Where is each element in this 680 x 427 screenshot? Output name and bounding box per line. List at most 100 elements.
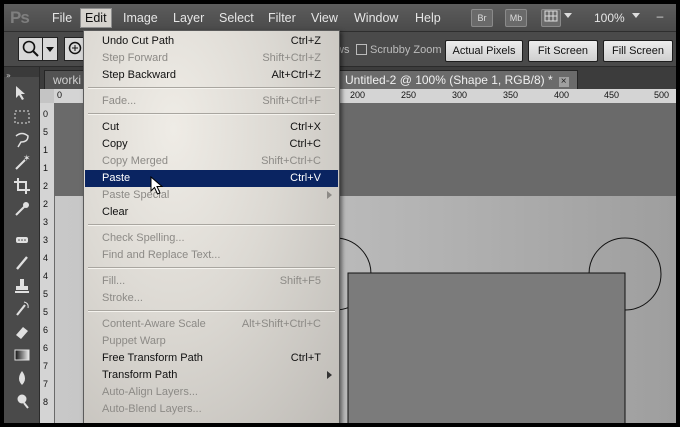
menu-item-auto-blend-layers: Auto-Blend Layers... xyxy=(85,401,338,418)
tool-preset-dropdown[interactable] xyxy=(42,37,58,61)
menu-item-label: Copy xyxy=(102,138,128,150)
minimize-icon[interactable]: – xyxy=(652,9,668,23)
chevron-down-icon[interactable] xyxy=(564,13,572,18)
ruler-label: 5 xyxy=(43,289,49,299)
menu-item-label: Auto-Align Layers... xyxy=(102,386,198,398)
close-icon[interactable]: × xyxy=(558,77,569,87)
menu-edit[interactable]: Edit xyxy=(80,8,112,28)
menu-separator xyxy=(88,310,335,312)
marquee-icon[interactable] xyxy=(12,107,32,127)
ruler-label: 6 xyxy=(43,325,49,335)
svg-text:✶: ✶ xyxy=(23,154,31,164)
menu-item-free-transform-path[interactable]: Free Transform Path Ctrl+T xyxy=(85,350,338,367)
menu-item-label: Step Backward xyxy=(102,69,176,81)
menu-item-auto-align-layers: Auto-Align Layers... xyxy=(85,384,338,401)
menu-item-shortcut: Ctrl+T xyxy=(290,352,321,364)
menu-view[interactable]: View xyxy=(307,10,342,26)
tools-panel-header[interactable]: » xyxy=(4,67,39,80)
ruler-label: 2 xyxy=(43,181,49,191)
menu-item-label: Auto-Blend Layers... xyxy=(102,403,202,415)
svg-text:»: » xyxy=(6,71,11,80)
ruler-label: 0 xyxy=(43,109,49,119)
lasso-icon[interactable] xyxy=(12,130,32,150)
menu-item-shortcut: Shift+Ctrl+Z xyxy=(262,52,321,64)
chevron-down-icon[interactable] xyxy=(632,13,640,18)
ruler-label: 7 xyxy=(43,361,49,371)
eyedropper-icon[interactable] xyxy=(12,199,32,219)
menu-item-shortcut: Shift+Ctrl+C xyxy=(261,155,321,167)
menu-item-label: Check Spelling... xyxy=(102,232,185,244)
ruler-label: 4 xyxy=(43,271,49,281)
menu-item-label: Content-Aware Scale xyxy=(102,318,206,330)
menu-item-paste-special: Paste Special xyxy=(85,187,338,204)
menu-item-label: Free Transform Path xyxy=(102,352,203,364)
photoshop-window: Ps File Edit Image Layer Select Filter V… xyxy=(4,4,676,423)
menu-item-shortcut: Ctrl+Z xyxy=(290,35,321,47)
menu-item-step-backward[interactable]: Step Backward Alt+Ctrl+Z xyxy=(85,67,338,84)
menu-item-transform-path[interactable]: Transform Path xyxy=(85,367,338,384)
menu-item-copy[interactable]: Copy Ctrl+C xyxy=(85,136,338,153)
move-icon[interactable] xyxy=(12,83,32,103)
menu-item-shortcut: Alt+Ctrl+Z xyxy=(271,69,321,81)
bridge-button[interactable]: Br xyxy=(471,9,493,27)
menu-item-label: Puppet Warp xyxy=(102,335,166,347)
crop-icon[interactable] xyxy=(12,176,32,196)
ruler-label: 500 xyxy=(654,90,670,100)
menu-image[interactable]: Image xyxy=(119,10,162,26)
history-brush-icon[interactable] xyxy=(12,299,32,319)
tool-preset-picker[interactable] xyxy=(18,37,44,61)
menu-item-label: Find and Replace Text... xyxy=(102,249,221,261)
ruler-label: 200 xyxy=(350,90,366,100)
blur-icon[interactable] xyxy=(12,368,32,388)
ruler-origin[interactable] xyxy=(40,89,54,103)
menu-item-clear[interactable]: Clear xyxy=(85,204,338,221)
ruler-label: 1 xyxy=(43,163,49,173)
ruler-label: 3 xyxy=(43,217,49,227)
ruler-label: 250 xyxy=(401,90,417,100)
eraser-icon[interactable] xyxy=(12,322,32,342)
menu-item-content-aware-scale: Content-Aware Scale Alt+Shift+Ctrl+C xyxy=(85,316,338,333)
menu-help[interactable]: Help xyxy=(411,10,445,26)
menu-item-cut[interactable]: Cut Ctrl+X xyxy=(85,119,338,136)
scrubby-zoom-label: Scrubby Zoom xyxy=(370,44,442,56)
menu-item-undo-cut-path[interactable]: Undo Cut Path Ctrl+Z xyxy=(85,33,338,50)
menu-separator xyxy=(88,113,335,115)
menu-separator xyxy=(88,224,335,226)
menu-item-fill: Fill... Shift+F5 xyxy=(85,273,338,290)
menu-bar: Ps File Edit Image Layer Select Filter V… xyxy=(4,4,676,32)
healing-brush-icon[interactable] xyxy=(12,230,32,250)
actual-pixels-button[interactable]: Actual Pixels xyxy=(445,40,523,62)
edit-menu-dropdown: Undo Cut Path Ctrl+Z Step Forward Shift+Ctr… xyxy=(83,30,340,423)
menu-select[interactable]: Select xyxy=(215,10,258,26)
fill-screen-button[interactable]: Fill Screen xyxy=(603,40,673,62)
fit-screen-button[interactable]: Fit Screen xyxy=(528,40,598,62)
brush-icon[interactable] xyxy=(12,253,32,273)
zoom-level[interactable]: 100% xyxy=(594,11,625,25)
gradient-icon[interactable] xyxy=(12,345,32,365)
menu-item-label: Step Forward xyxy=(102,52,169,64)
menu-item-shortcut: Alt+Shift+Ctrl+C xyxy=(241,318,321,330)
menu-item-stroke: Stroke... xyxy=(85,290,338,307)
magic-wand-icon[interactable]: ✶ xyxy=(12,153,32,173)
menu-item-check-spelling: Check Spelling... xyxy=(85,230,338,247)
ruler-label: 450 xyxy=(604,90,620,100)
menu-filter[interactable]: Filter xyxy=(264,10,300,26)
clone-stamp-icon[interactable] xyxy=(12,276,32,296)
zoom-icon xyxy=(22,40,39,57)
menu-item-copy-merged: Copy Merged Shift+Ctrl+C xyxy=(85,153,338,170)
view-extras-icon[interactable] xyxy=(541,9,561,27)
menu-window[interactable]: Window xyxy=(350,10,402,26)
vertical-ruler[interactable]: 0 5 1 1 2 2 3 3 4 4 5 5 6 6 7 7 8 xyxy=(40,103,55,423)
submenu-arrow-icon xyxy=(327,371,332,379)
menu-item-paste[interactable]: Paste Ctrl+V xyxy=(85,170,338,187)
menu-item-label: Copy Merged xyxy=(102,155,169,167)
photoshop-logo: Ps xyxy=(10,8,30,27)
menu-file[interactable]: File xyxy=(48,10,76,26)
menu-layer[interactable]: Layer xyxy=(169,10,208,26)
mini-bridge-button[interactable]: Mb xyxy=(505,9,527,27)
scrubby-zoom-checkbox[interactable] xyxy=(356,44,367,55)
menu-item-label: Cut xyxy=(102,121,120,133)
tab-untitled-2[interactable]: Untitled-2 @ 100% (Shape 1, RGB/8) * × xyxy=(336,70,578,90)
dodge-icon[interactable] xyxy=(12,391,32,411)
ruler-label: 0 xyxy=(57,90,63,100)
